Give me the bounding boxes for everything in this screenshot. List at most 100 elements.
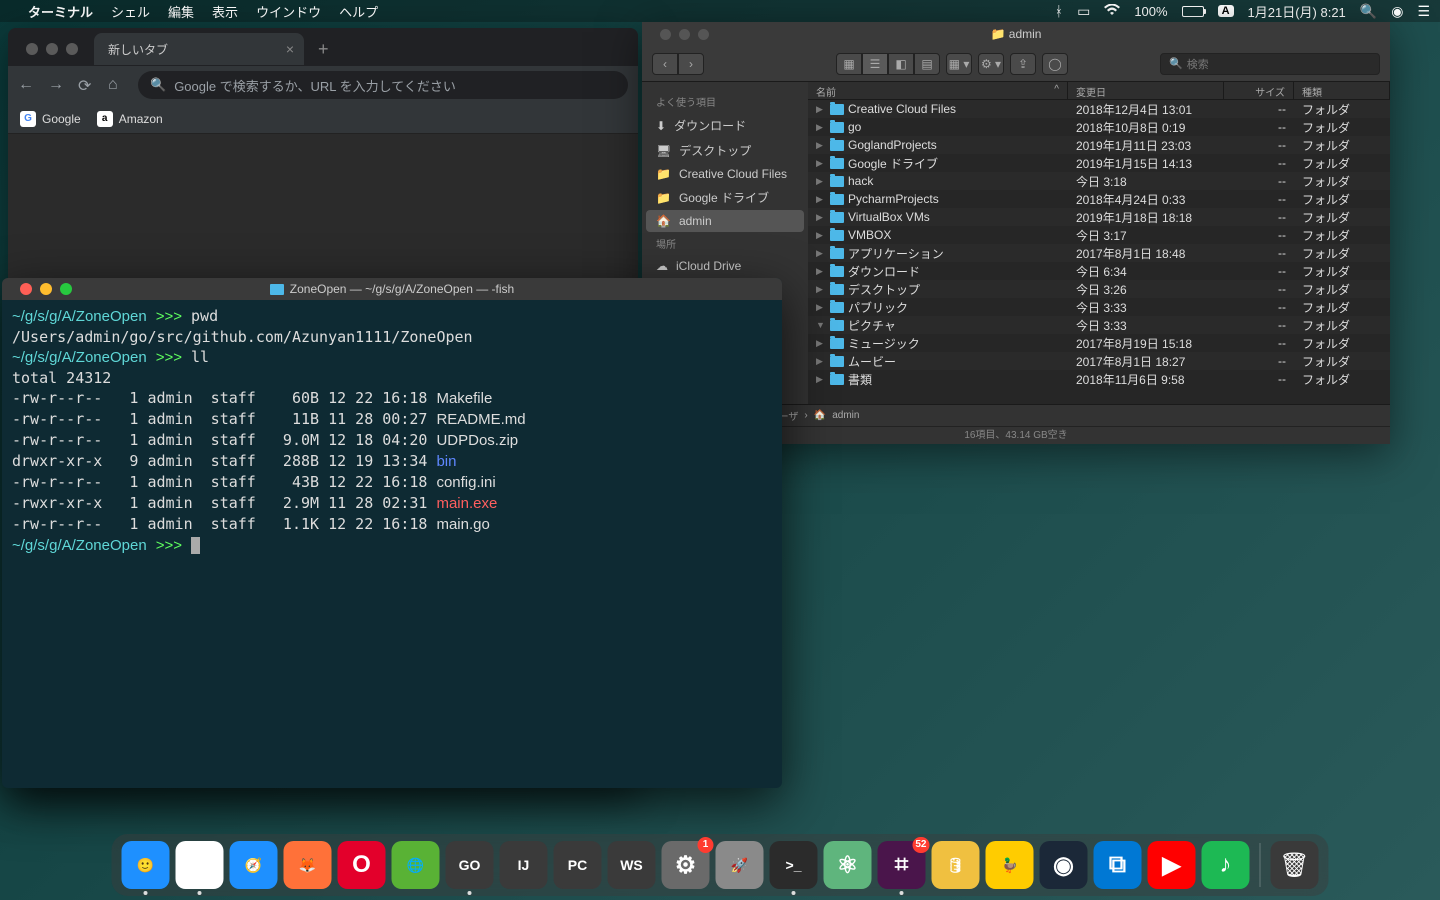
dock-goland[interactable]: GO xyxy=(446,841,494,889)
dock-chrome[interactable]: ◉ xyxy=(176,841,224,889)
menu-app[interactable]: ターミナル xyxy=(28,2,93,21)
menu-window[interactable]: ウインドウ xyxy=(256,2,321,21)
dock-terminal[interactable]: >_ xyxy=(770,841,818,889)
dock-opera[interactable]: O xyxy=(338,841,386,889)
view-list-button[interactable]: ☰ xyxy=(862,53,888,75)
bookmark-amazon[interactable]: a Amazon xyxy=(97,111,163,127)
dock-finder[interactable]: 🙂 xyxy=(122,841,170,889)
table-row[interactable]: ▶ダウンロード今日 6:34--フォルダ xyxy=(808,262,1390,280)
disclosure-icon[interactable]: ▶ xyxy=(816,140,826,151)
finder-titlebar[interactable]: 📁 admin xyxy=(642,22,1390,46)
dock-safari[interactable]: 🧭 xyxy=(230,841,278,889)
forward-button[interactable]: → xyxy=(48,76,66,94)
clock[interactable]: 1月21日(月) 8:21 xyxy=(1248,2,1346,21)
column-size[interactable]: サイズ xyxy=(1224,82,1294,99)
dock-steam[interactable]: ◉ xyxy=(1040,841,1088,889)
table-row[interactable]: ▶go2018年10月8日 0:19--フォルダ xyxy=(808,118,1390,136)
terminal-content[interactable]: ~/g/s/g/A/ZoneOpen >>> pwd /Users/admin/… xyxy=(2,300,782,562)
notification-center-icon[interactable]: ☰ xyxy=(1417,3,1430,20)
disclosure-icon[interactable]: ▶ xyxy=(816,284,826,295)
siri-icon[interactable]: ◉ xyxy=(1391,3,1403,20)
maximize-icon[interactable] xyxy=(66,43,78,55)
action-button[interactable]: ⚙ ▾ xyxy=(978,53,1004,75)
dock-vscode[interactable]: ⧉ xyxy=(1094,841,1142,889)
menu-edit[interactable]: 編集 xyxy=(168,2,194,21)
close-icon[interactable] xyxy=(660,29,671,40)
close-icon[interactable] xyxy=(20,283,32,295)
disclosure-icon[interactable]: ▶ xyxy=(816,302,826,313)
spotlight-icon[interactable]: 🔍 xyxy=(1360,3,1377,20)
dock-trash[interactable]: 🗑 xyxy=(1271,841,1319,889)
disclosure-icon[interactable]: ▶ xyxy=(816,266,826,277)
column-name[interactable]: 名前^ xyxy=(808,82,1068,99)
disclosure-icon[interactable]: ▶ xyxy=(816,248,826,259)
bookmark-google[interactable]: G Google xyxy=(20,111,81,127)
disclosure-icon[interactable]: ▶ xyxy=(816,194,826,205)
close-icon[interactable] xyxy=(26,43,38,55)
sidebar-item-downloads[interactable]: ⬇ダウンロード xyxy=(642,113,808,138)
back-button[interactable]: ← xyxy=(18,76,36,94)
dock-spotify[interactable]: ♪ xyxy=(1202,841,1250,889)
minimize-icon[interactable] xyxy=(679,29,690,40)
table-row[interactable]: ▶VMBOX今日 3:17--フォルダ xyxy=(808,226,1390,244)
minimize-icon[interactable] xyxy=(46,43,58,55)
browser-tab[interactable]: 新しいタブ × xyxy=(94,33,304,65)
table-row[interactable]: ▶書類2018年11月6日 9:58--フォルダ xyxy=(808,370,1390,388)
table-row[interactable]: ▶ムービー2017年8月1日 18:27--フォルダ xyxy=(808,352,1390,370)
dock-webstorm[interactable]: WS xyxy=(608,841,656,889)
disclosure-icon[interactable]: ▶ xyxy=(816,356,826,367)
input-source[interactable]: A xyxy=(1218,5,1234,17)
display-icon[interactable]: ▭ xyxy=(1077,3,1090,20)
dock-tor[interactable]: 🌐 xyxy=(392,841,440,889)
dock-settings[interactable]: ⚙1 xyxy=(662,841,710,889)
dock-intellij[interactable]: IJ xyxy=(500,841,548,889)
disclosure-icon[interactable]: ▶ xyxy=(816,374,826,385)
address-bar[interactable]: 🔍 Google で検索するか、URL を入力してください xyxy=(138,71,628,99)
maximize-icon[interactable] xyxy=(698,29,709,40)
table-row[interactable]: ▼ピクチャ今日 3:33--フォルダ xyxy=(808,316,1390,334)
minimize-icon[interactable] xyxy=(40,283,52,295)
disclosure-icon[interactable]: ▶ xyxy=(816,230,826,241)
table-row[interactable]: ▶hack今日 3:18--フォルダ xyxy=(808,172,1390,190)
dock-duck[interactable]: 🦆 xyxy=(986,841,1034,889)
sidebar-item-home[interactable]: 🏠admin xyxy=(646,210,804,232)
terminal-titlebar[interactable]: ZoneOpen — ~/g/s/g/A/ZoneOpen — -fish xyxy=(2,278,782,300)
sidebar-item-google-drive[interactable]: 📁Google ドライブ xyxy=(642,185,808,210)
battery-icon[interactable] xyxy=(1182,6,1204,17)
maximize-icon[interactable] xyxy=(60,283,72,295)
table-row[interactable]: ▶Creative Cloud Files2018年12月4日 13:01--フ… xyxy=(808,100,1390,118)
search-field[interactable]: 🔍 検索 xyxy=(1160,53,1380,75)
tags-button[interactable]: ◯ xyxy=(1042,53,1068,75)
sidebar-item-desktop[interactable]: 🖥デスクトップ xyxy=(642,138,808,163)
new-tab-button[interactable]: + xyxy=(318,39,329,60)
table-row[interactable]: ▶GoglandProjects2019年1月11日 23:03--フォルダ xyxy=(808,136,1390,154)
tab-close-icon[interactable]: × xyxy=(286,41,294,57)
table-row[interactable]: ▶Google ドライブ2019年1月15日 14:13--フォルダ xyxy=(808,154,1390,172)
dock-firefox[interactable]: 🦊 xyxy=(284,841,332,889)
disclosure-icon[interactable]: ▶ xyxy=(816,158,826,169)
reload-button[interactable]: ⟳ xyxy=(78,76,96,94)
view-icon-button[interactable]: ▦ xyxy=(836,53,862,75)
dock-atom[interactable]: ⚛ xyxy=(824,841,872,889)
table-row[interactable]: ▶VirtualBox VMs2019年1月18日 18:18--フォルダ xyxy=(808,208,1390,226)
dock-pycharm[interactable]: PC xyxy=(554,841,602,889)
disclosure-icon[interactable]: ▶ xyxy=(816,122,826,133)
menu-help[interactable]: ヘルプ xyxy=(339,2,378,21)
chrome-traffic-lights[interactable] xyxy=(16,43,88,55)
dock-launchpad[interactable]: 🚀 xyxy=(716,841,764,889)
path-segment[interactable]: admin xyxy=(832,410,859,421)
home-button[interactable]: ⌂ xyxy=(108,76,126,94)
bluetooth-icon[interactable]: ᚼ xyxy=(1055,3,1063,19)
disclosure-icon[interactable]: ▶ xyxy=(816,176,826,187)
arrange-button[interactable]: ▦ ▾ xyxy=(946,53,972,75)
view-gallery-button[interactable]: ▤ xyxy=(914,53,940,75)
column-date[interactable]: 変更日 xyxy=(1068,82,1224,99)
table-row[interactable]: ▶パブリック今日 3:33--フォルダ xyxy=(808,298,1390,316)
sidebar-item-creative-cloud[interactable]: 📁Creative Cloud Files xyxy=(642,163,808,185)
forward-button[interactable]: › xyxy=(678,53,704,75)
dock-slack[interactable]: ⌗52 xyxy=(878,841,926,889)
menu-shell[interactable]: シェル xyxy=(111,2,150,21)
column-kind[interactable]: 種類 xyxy=(1294,82,1390,99)
disclosure-icon[interactable]: ▶ xyxy=(816,338,826,349)
dock-youtube[interactable]: ▶ xyxy=(1148,841,1196,889)
